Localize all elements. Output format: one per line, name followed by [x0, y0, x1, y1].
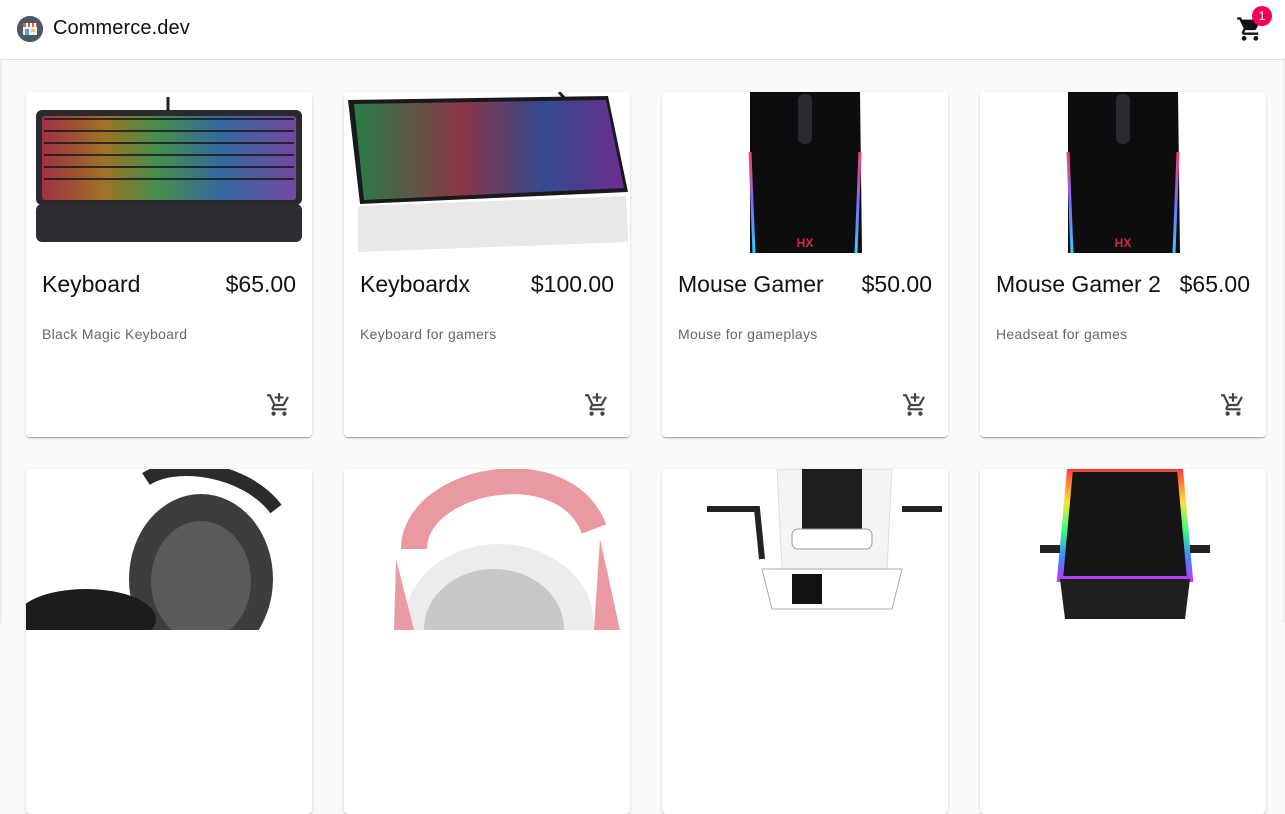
- product-name[interactable]: Mouse Gamer: [678, 270, 824, 298]
- svg-text:HX: HX: [797, 236, 814, 250]
- product-card[interactable]: [662, 469, 948, 814]
- product-image-mouse-gamer-2[interactable]: HX: [980, 92, 1266, 253]
- product-name[interactable]: Keyboardx: [360, 270, 470, 298]
- product-description: Keyboard for gamers: [360, 326, 497, 342]
- product-card[interactable]: [344, 469, 630, 814]
- product-price: $65.00: [1179, 271, 1250, 297]
- app-bar: Commerce.dev 1: [0, 0, 1285, 60]
- add-to-cart-button[interactable]: [584, 392, 610, 418]
- product-image-headset-pink[interactable]: [344, 469, 630, 630]
- product-price: $100.00: [530, 271, 614, 297]
- product-card[interactable]: Keyboardx $100.00 Keyboard for gamers: [344, 92, 630, 437]
- product-description: Mouse for gameplays: [678, 326, 818, 342]
- product-card[interactable]: Keyboard $65.00 Black Magic Keyboard: [26, 92, 312, 437]
- product-image-keyboard[interactable]: [26, 92, 312, 253]
- product-description: Headseat for games: [996, 326, 1128, 342]
- store-icon[interactable]: [17, 16, 43, 42]
- product-price: $50.00: [861, 271, 932, 297]
- add-shopping-cart-icon: [1221, 393, 1243, 416]
- product-card[interactable]: HX Mouse Gamer $50.00 Mouse for gameplay…: [662, 92, 948, 437]
- add-to-cart-button[interactable]: [266, 392, 292, 418]
- product-image-keyboardx[interactable]: [344, 92, 630, 253]
- product-description: Black Magic Keyboard: [42, 326, 188, 342]
- add-to-cart-button[interactable]: [1220, 392, 1246, 418]
- add-shopping-cart-icon: [267, 393, 289, 416]
- product-card[interactable]: [980, 469, 1266, 814]
- product-image-mouse-gamer[interactable]: HX: [662, 92, 948, 253]
- product-card[interactable]: HX Mouse Gamer 2 $65.00 Headseat for gam…: [980, 92, 1266, 437]
- add-to-cart-button[interactable]: [902, 392, 928, 418]
- add-shopping-cart-icon: [903, 393, 925, 416]
- product-image-chair-white[interactable]: [662, 469, 948, 630]
- product-price: $65.00: [225, 271, 296, 297]
- product-name[interactable]: Mouse Gamer 2: [996, 270, 1161, 298]
- product-image-headset-black[interactable]: [26, 469, 312, 630]
- left-edge-divider: [0, 60, 2, 623]
- product-image-chair-rgb[interactable]: [980, 469, 1266, 630]
- product-name[interactable]: Keyboard: [42, 270, 140, 298]
- add-shopping-cart-icon: [585, 393, 607, 416]
- svg-text:HX: HX: [1115, 236, 1132, 250]
- brand-title[interactable]: Commerce.dev: [53, 16, 190, 40]
- product-card[interactable]: [26, 469, 312, 814]
- cart-count-badge: 1: [1252, 6, 1272, 26]
